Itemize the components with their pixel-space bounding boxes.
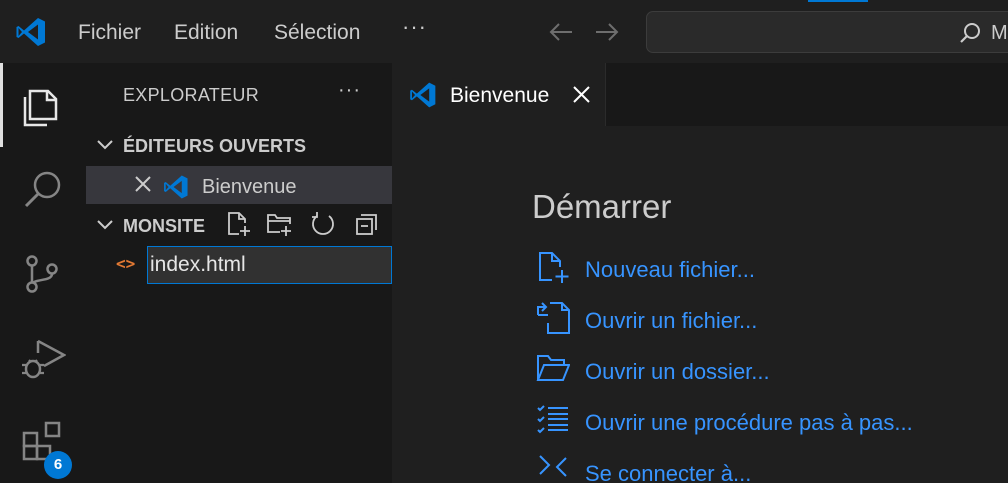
editor-tab-bar: Bienvenue xyxy=(392,63,1008,126)
extensions-badge: 6 xyxy=(44,451,72,479)
file-rename-row: <> xyxy=(86,245,392,285)
open-editor-label: Bienvenue xyxy=(202,176,297,198)
new-folder-icon[interactable] xyxy=(266,211,292,237)
action-walkthrough-label: Ouvrir une procédure pas à pas... xyxy=(585,410,913,435)
explorer-sidebar: EXPLORATEUR ··· ÉDITEURS OUVERTS Bienven… xyxy=(86,63,392,483)
welcome-heading: Démarrer xyxy=(532,188,672,225)
action-open-folder[interactable]: Ouvrir un dossier... xyxy=(536,352,996,392)
run-debug-icon xyxy=(22,339,66,379)
action-open-file[interactable]: Ouvrir un fichier... xyxy=(536,301,996,341)
chevron-down-icon xyxy=(97,220,113,230)
menu-more-button[interactable]: ··· xyxy=(402,14,427,40)
explorer-icon xyxy=(23,89,58,127)
action-open-file-label: Ouvrir un fichier... xyxy=(585,308,758,333)
back-arrow-icon[interactable] xyxy=(548,20,574,44)
open-file-icon xyxy=(537,302,570,334)
activity-bar: 6 xyxy=(0,63,86,483)
chevron-down-icon xyxy=(97,140,113,150)
action-open-folder-label: Ouvrir un dossier... xyxy=(585,359,770,384)
html-file-icon: <> xyxy=(116,254,136,273)
active-indicator xyxy=(0,63,3,147)
menu-selection[interactable]: Sélection xyxy=(274,20,360,46)
section-folder-label: MONSITE xyxy=(123,216,206,236)
search-text: M xyxy=(991,22,1008,44)
remote-connect-icon xyxy=(539,455,567,477)
search-icon xyxy=(960,23,980,43)
source-control-icon xyxy=(26,255,58,293)
sidebar-title: EXPLORATEUR xyxy=(123,85,259,105)
new-file-icon xyxy=(539,252,569,283)
file-name-input[interactable] xyxy=(147,246,392,284)
open-folder-icon xyxy=(536,355,570,381)
action-remote-connect-label: Se connecter à... xyxy=(585,461,752,483)
forward-arrow-icon[interactable] xyxy=(594,20,620,44)
action-walkthrough[interactable]: Ouvrir une procédure pas à pas... xyxy=(536,403,996,443)
vscode-logo-icon xyxy=(164,175,188,199)
activity-search[interactable] xyxy=(0,147,86,231)
command-center-search[interactable]: M xyxy=(646,11,1008,53)
menu-edition[interactable]: Edition xyxy=(174,20,238,46)
new-file-icon[interactable] xyxy=(226,211,252,237)
vscode-logo-icon xyxy=(410,82,436,108)
section-open-editors[interactable]: ÉDITEURS OUVERTS xyxy=(86,127,392,165)
action-new-file-label: Nouveau fichier... xyxy=(585,257,755,282)
walkthrough-icon xyxy=(537,405,568,434)
welcome-page: Démarrer Nouveau fichier... Ouvrir un fi… xyxy=(392,126,1008,483)
title-bar: Fichier Edition Sélection ··· M xyxy=(0,0,1008,63)
sidebar-more-button[interactable]: ··· xyxy=(338,79,361,102)
activity-run-debug[interactable] xyxy=(0,315,86,399)
action-new-file[interactable]: Nouveau fichier... xyxy=(536,250,996,290)
refresh-icon[interactable] xyxy=(310,211,336,237)
section-open-editors-label: ÉDITEURS OUVERTS xyxy=(123,136,307,156)
collapse-all-icon[interactable] xyxy=(354,211,380,237)
activity-explorer[interactable] xyxy=(0,63,86,147)
activity-source-control[interactable] xyxy=(0,231,86,315)
tab-bienvenue[interactable]: Bienvenue xyxy=(392,63,606,126)
tab-label: Bienvenue xyxy=(450,84,550,107)
title-bar-accent xyxy=(808,0,868,2)
open-editor-item[interactable]: Bienvenue xyxy=(86,166,392,204)
menu-fichier[interactable]: Fichier xyxy=(78,20,141,46)
close-icon[interactable] xyxy=(134,175,152,193)
close-icon[interactable] xyxy=(572,85,591,104)
search-icon xyxy=(24,171,61,208)
activity-extensions[interactable]: 6 xyxy=(0,399,86,483)
action-remote-connect[interactable]: Se connecter à... xyxy=(536,454,996,483)
vscode-logo-icon xyxy=(16,18,45,46)
